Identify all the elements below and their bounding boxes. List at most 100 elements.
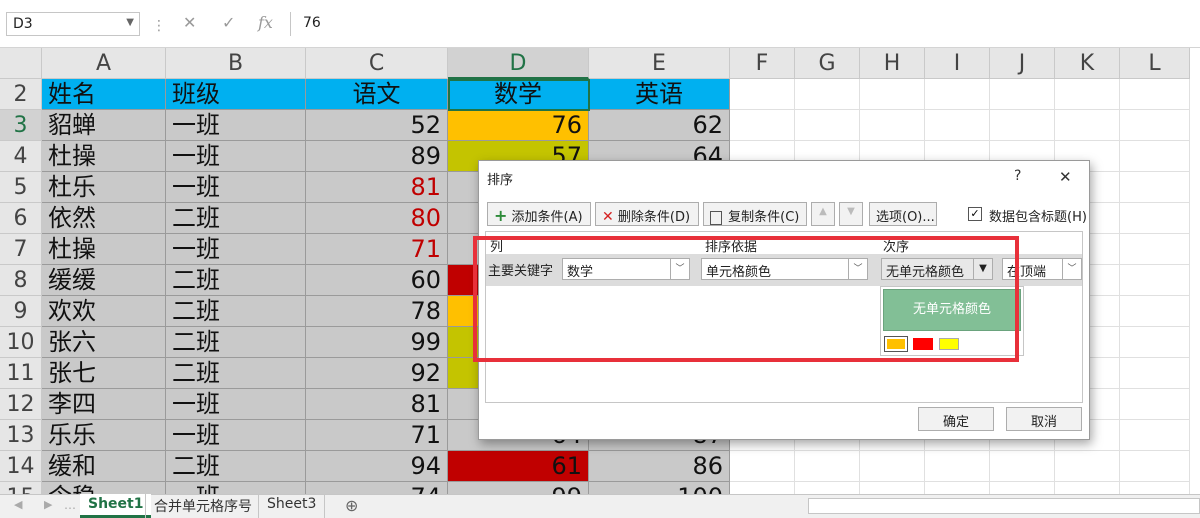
- table-cell[interactable]: 62: [589, 110, 730, 141]
- table-cell[interactable]: 李四: [42, 389, 166, 420]
- empty-cell[interactable]: [925, 451, 990, 482]
- table-cell[interactable]: 99: [448, 482, 589, 494]
- empty-cell[interactable]: [1055, 482, 1120, 494]
- table-cell[interactable]: 缓和: [42, 451, 166, 482]
- table-cell[interactable]: 二班: [166, 358, 306, 389]
- ok-button[interactable]: 确定: [918, 407, 994, 431]
- table-cell[interactable]: 100: [589, 482, 730, 494]
- table-cell[interactable]: 二班: [166, 451, 306, 482]
- empty-cell[interactable]: [1120, 110, 1190, 141]
- horizontal-scrollbar[interactable]: [808, 498, 1200, 514]
- empty-cell[interactable]: [925, 110, 990, 141]
- empty-cell[interactable]: [1120, 203, 1190, 234]
- tab-merged-cell-index[interactable]: 合并单元格序号: [145, 494, 260, 518]
- table-cell[interactable]: 杜乐: [42, 172, 166, 203]
- empty-cell[interactable]: [1055, 110, 1120, 141]
- empty-cell[interactable]: [860, 482, 925, 494]
- has-header-checkbox[interactable]: ✓: [968, 207, 982, 221]
- table-cell[interactable]: 74: [306, 482, 448, 494]
- copy-condition-button[interactable]: 复制条件(C): [703, 202, 807, 226]
- row-header[interactable]: 2: [0, 79, 42, 110]
- tab-sheet1[interactable]: Sheet1: [80, 494, 152, 518]
- column-header-l[interactable]: L: [1120, 48, 1190, 79]
- empty-cell[interactable]: [1120, 141, 1190, 172]
- empty-cell[interactable]: [1120, 358, 1190, 389]
- empty-cell[interactable]: [795, 482, 860, 494]
- tab-sheet3[interactable]: Sheet3: [258, 494, 326, 518]
- insert-function-button[interactable]: fx: [258, 13, 273, 32]
- move-down-button[interactable]: ▼: [839, 202, 863, 226]
- column-header-d[interactable]: D: [448, 48, 589, 79]
- table-cell[interactable]: 81: [306, 172, 448, 203]
- table-cell[interactable]: 94: [306, 451, 448, 482]
- empty-cell[interactable]: [1055, 79, 1120, 110]
- empty-cell[interactable]: [1120, 482, 1190, 494]
- row-header[interactable]: 15: [0, 482, 42, 494]
- empty-cell[interactable]: [860, 79, 925, 110]
- empty-cell[interactable]: [1120, 234, 1190, 265]
- tab-more-icon[interactable]: …: [64, 498, 76, 512]
- row-header[interactable]: 6: [0, 203, 42, 234]
- empty-cell[interactable]: [925, 482, 990, 494]
- tab-scroll-left-icon[interactable]: ◀: [14, 498, 22, 511]
- table-cell[interactable]: 二班: [166, 203, 306, 234]
- chevron-down-icon[interactable]: ﹀: [1062, 259, 1081, 279]
- table-cell[interactable]: 依然: [42, 203, 166, 234]
- table-cell[interactable]: 一班: [166, 172, 306, 203]
- table-cell[interactable]: 一班: [166, 234, 306, 265]
- empty-cell[interactable]: [1120, 451, 1190, 482]
- table-cell[interactable]: 二班: [166, 265, 306, 296]
- table-cell[interactable]: 缓缓: [42, 265, 166, 296]
- empty-cell[interactable]: [990, 110, 1055, 141]
- row-header[interactable]: 10: [0, 327, 42, 358]
- table-cell[interactable]: 一班: [166, 141, 306, 172]
- row-header[interactable]: 3: [0, 110, 42, 141]
- column-header-a[interactable]: A: [42, 48, 166, 79]
- row-header[interactable]: 7: [0, 234, 42, 265]
- tab-scroll-right-icon[interactable]: ▶: [44, 498, 52, 511]
- table-cell[interactable]: 二班: [166, 327, 306, 358]
- row-header[interactable]: 5: [0, 172, 42, 203]
- empty-cell[interactable]: [1120, 420, 1190, 451]
- options-button[interactable]: 选项(O)...: [869, 202, 937, 226]
- table-cell[interactable]: 乐乐: [42, 420, 166, 451]
- column-header-c[interactable]: C: [306, 48, 448, 79]
- table-cell[interactable]: 一班: [166, 389, 306, 420]
- row-header[interactable]: 14: [0, 451, 42, 482]
- table-cell[interactable]: 二班: [166, 296, 306, 327]
- table-cell[interactable]: 92: [306, 358, 448, 389]
- empty-cell[interactable]: [795, 110, 860, 141]
- table-cell[interactable]: 71: [306, 234, 448, 265]
- empty-cell[interactable]: [795, 451, 860, 482]
- column-header-b[interactable]: B: [166, 48, 306, 79]
- move-up-button[interactable]: ▲: [811, 202, 835, 226]
- table-cell[interactable]: 杜操: [42, 141, 166, 172]
- empty-cell[interactable]: [730, 482, 795, 494]
- close-icon[interactable]: ✕: [1059, 168, 1072, 186]
- formula-input[interactable]: 76: [290, 12, 1200, 36]
- table-cell[interactable]: 一班: [166, 110, 306, 141]
- column-header-i[interactable]: I: [925, 48, 990, 79]
- row-header[interactable]: 13: [0, 420, 42, 451]
- empty-cell[interactable]: [1120, 172, 1190, 203]
- empty-cell[interactable]: [1120, 79, 1190, 110]
- empty-cell[interactable]: [1120, 327, 1190, 358]
- column-header-e[interactable]: E: [589, 48, 730, 79]
- empty-cell[interactable]: [860, 451, 925, 482]
- empty-cell[interactable]: [1120, 389, 1190, 420]
- table-cell[interactable]: 89: [306, 141, 448, 172]
- add-sheet-icon[interactable]: ⊕: [345, 496, 358, 515]
- empty-cell[interactable]: [1120, 296, 1190, 327]
- table-cell[interactable]: 61: [448, 451, 589, 482]
- cancel-button[interactable]: 取消: [1006, 407, 1082, 431]
- table-cell[interactable]: 英语: [589, 79, 730, 110]
- name-box[interactable]: D3 ▼: [6, 12, 140, 36]
- empty-cell[interactable]: [990, 482, 1055, 494]
- table-cell[interactable]: 86: [589, 451, 730, 482]
- empty-cell[interactable]: [1055, 451, 1120, 482]
- table-cell[interactable]: 姓名: [42, 79, 166, 110]
- row-header[interactable]: 11: [0, 358, 42, 389]
- table-cell[interactable]: 80: [306, 203, 448, 234]
- table-cell[interactable]: 99: [306, 327, 448, 358]
- select-all-corner[interactable]: [0, 48, 42, 79]
